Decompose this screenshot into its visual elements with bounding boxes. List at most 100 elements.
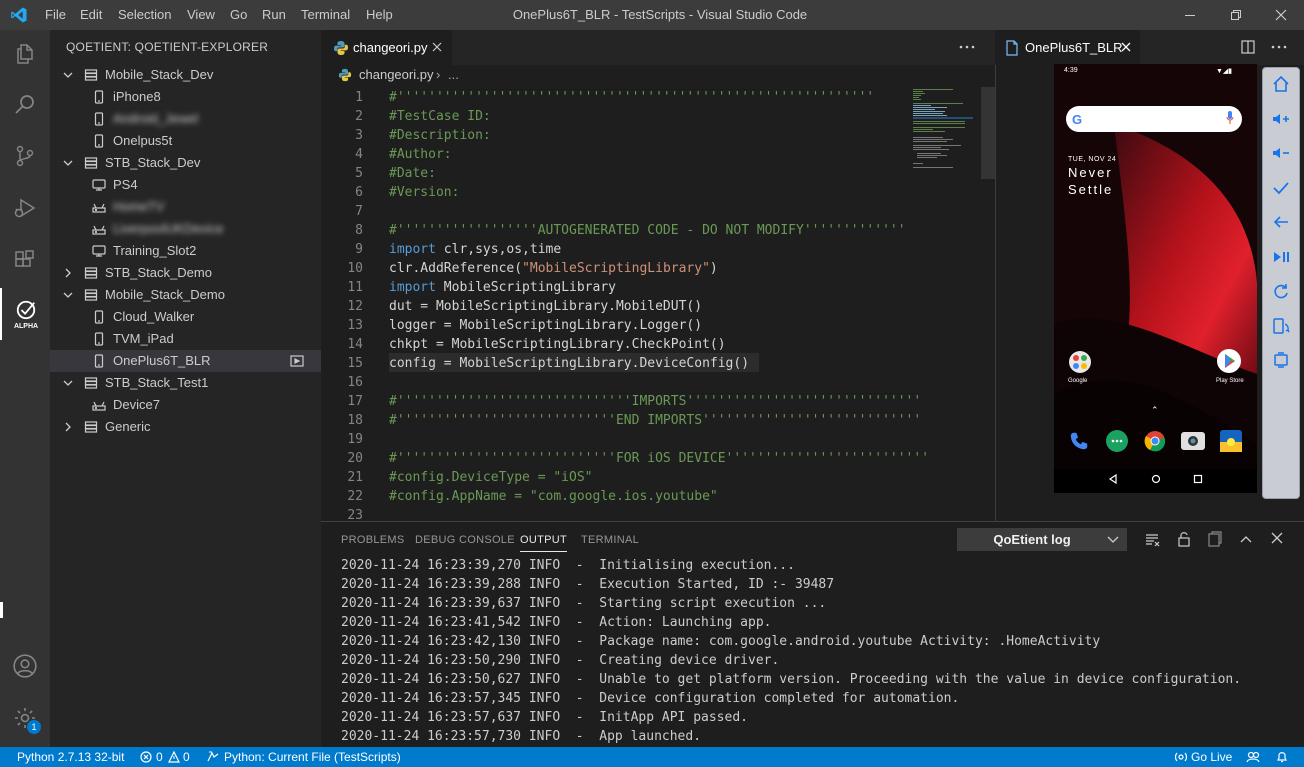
phone-screen[interactable]: 4:39 ▼◢▮ G TUE, NOV 24 Never Settle Goog… xyxy=(1054,64,1257,493)
rotate-icon[interactable] xyxy=(1271,316,1291,336)
tab-debug-console[interactable]: DEBUG CONSOLE xyxy=(415,534,515,546)
menu-go[interactable]: Go xyxy=(230,0,247,30)
menu-selection[interactable]: Selection xyxy=(118,0,171,30)
code-line[interactable]: #Description: xyxy=(389,126,491,145)
code-line[interactable]: clr.AddReference("MobileScriptingLibrary… xyxy=(389,259,718,278)
breadcrumb-more[interactable]: ... xyxy=(448,65,459,85)
error-count[interactable]: 0 xyxy=(156,747,163,767)
volume-up-icon[interactable] xyxy=(1271,109,1291,129)
code-editor[interactable]: 1 #''''''''''''''''''''''''''''''''''''''… xyxy=(321,87,995,521)
maximize-panel-icon[interactable] xyxy=(1239,532,1253,546)
close-window-button[interactable] xyxy=(1258,0,1304,30)
android-back-icon[interactable] xyxy=(1108,474,1118,484)
screenshot-icon[interactable] xyxy=(1271,350,1291,370)
warning-count[interactable]: 0 xyxy=(183,747,190,767)
tree-item[interactable]: Mobile_Stack_Demo xyxy=(50,284,321,306)
split-editor-icon[interactable] xyxy=(1240,39,1256,55)
extensions-button[interactable] xyxy=(0,236,50,284)
device-more-actions-icon[interactable] xyxy=(1270,38,1288,56)
tree-item[interactable]: Mobile_Stack_Dev xyxy=(50,64,321,86)
clear-output-icon[interactable] xyxy=(1144,532,1160,548)
mic-icon[interactable] xyxy=(1226,111,1234,125)
tree-item[interactable]: STB_Stack_Test1 xyxy=(50,372,321,394)
output-channel-select[interactable]: QoEtient log xyxy=(957,528,1127,551)
tree-item[interactable]: Training_Slot2 xyxy=(50,240,321,262)
accounts-button[interactable] xyxy=(0,642,50,690)
manage-button[interactable]: 1 xyxy=(0,694,50,742)
tree-item[interactable]: Onelpus5t xyxy=(50,130,321,152)
chevron-down-icon[interactable] xyxy=(63,290,73,300)
restore-button[interactable] xyxy=(1213,0,1259,30)
chevron-down-icon[interactable] xyxy=(63,378,73,388)
explorer-button[interactable] xyxy=(0,30,50,78)
tree-item[interactable]: Android_Jewel xyxy=(50,108,321,130)
android-home-icon[interactable] xyxy=(1151,474,1161,484)
feedback-icon[interactable] xyxy=(1246,751,1260,763)
code-line[interactable]: #config.DeviceType = "iOS" xyxy=(389,468,593,487)
chrome-icon[interactable] xyxy=(1144,430,1166,452)
tab-terminal[interactable]: TERMINAL xyxy=(581,534,639,546)
minimize-button[interactable] xyxy=(1167,0,1213,30)
app-drawer-chevron-icon[interactable]: ⌃ xyxy=(1151,405,1159,416)
tree-item[interactable]: Generic xyxy=(50,416,321,438)
tree-item[interactable]: OnePlus6T_BLR xyxy=(50,350,321,372)
tree-item[interactable]: TVM_iPad xyxy=(50,328,321,350)
code-line[interactable]: logger = MobileScriptingLibrary.Logger() xyxy=(389,316,702,335)
camera-icon[interactable] xyxy=(1181,432,1205,450)
google-folder-icon[interactable] xyxy=(1069,351,1091,373)
code-line[interactable]: #Date: xyxy=(389,164,436,183)
chevron-right-icon[interactable] xyxy=(63,422,73,432)
code-line[interactable]: #''''''''''''''''''AUTOGENERATED CODE - … xyxy=(389,221,906,240)
menu-file[interactable]: File xyxy=(45,0,66,30)
chevron-down-icon[interactable] xyxy=(63,158,73,168)
notifications-bell-icon[interactable] xyxy=(1276,750,1288,763)
close-device-tab-icon[interactable] xyxy=(1120,41,1132,53)
menu-edit[interactable]: Edit xyxy=(80,0,102,30)
menu-help[interactable]: Help xyxy=(366,0,393,30)
menu-view[interactable]: View xyxy=(187,0,215,30)
check-icon[interactable] xyxy=(1271,178,1291,198)
tab-changeori[interactable]: changeori.py xyxy=(321,30,452,65)
close-tab-icon[interactable] xyxy=(431,41,443,53)
chevron-down-icon[interactable] xyxy=(63,70,73,80)
code-line[interactable]: import MobileScriptingLibrary xyxy=(389,278,616,297)
code-line[interactable]: dut = MobileScriptingLibrary.MobileDUT() xyxy=(389,297,702,316)
home-icon[interactable] xyxy=(1271,74,1291,94)
qoetient-button[interactable]: ALPHA xyxy=(0,288,50,340)
menu-run[interactable]: Run xyxy=(262,0,286,30)
back-icon[interactable] xyxy=(1271,212,1291,232)
more-actions-icon[interactable] xyxy=(958,38,976,56)
run-configuration[interactable]: Python: Current File (TestScripts) xyxy=(224,747,401,767)
tab-device[interactable]: OnePlus6T_BLR xyxy=(995,30,1140,65)
lock-scroll-icon[interactable] xyxy=(1176,531,1192,547)
google-search-bar[interactable]: G xyxy=(1066,106,1242,132)
gallery-icon[interactable] xyxy=(1220,430,1242,452)
code-line[interactable]: #''''''''''''''''''''''''''''FOR iOS DEV… xyxy=(389,449,929,468)
chevron-right-icon[interactable] xyxy=(63,268,73,278)
tree-item[interactable]: HomeTV xyxy=(50,196,321,218)
tree-item[interactable]: iPhone8 xyxy=(50,86,321,108)
source-control-button[interactable] xyxy=(0,132,50,180)
code-line[interactable]: #Version: xyxy=(389,183,459,202)
breadcrumb-file[interactable]: changeori.py xyxy=(359,65,433,85)
code-line[interactable]: #Author: xyxy=(389,145,452,164)
code-line[interactable]: #config.AppName = "com.google.ios.youtub… xyxy=(389,487,718,506)
tree-item[interactable]: LiverpoolUKDevice xyxy=(50,218,321,240)
tree-item[interactable]: Device7 xyxy=(50,394,321,416)
close-panel-icon[interactable] xyxy=(1271,532,1283,544)
code-line[interactable]: #TestCase ID: xyxy=(389,107,491,126)
go-live-button[interactable]: Go Live xyxy=(1191,747,1232,767)
play-pause-icon[interactable] xyxy=(1271,247,1291,267)
python-interpreter-status[interactable]: Python 2.7.13 32-bit xyxy=(17,747,124,767)
tree-item[interactable]: PS4 xyxy=(50,174,321,196)
search-button[interactable] xyxy=(0,80,50,128)
code-line[interactable]: chkpt = MobileScriptingLibrary.CheckPoin… xyxy=(389,335,726,354)
tree-item[interactable]: STB_Stack_Dev xyxy=(50,152,321,174)
code-line[interactable]: config = MobileScriptingLibrary.DeviceCo… xyxy=(389,354,749,373)
phone-app-icon[interactable] xyxy=(1068,430,1090,452)
editor-scrollbar[interactable] xyxy=(981,87,995,179)
volume-down-icon[interactable] xyxy=(1271,143,1291,163)
messages-icon[interactable] xyxy=(1106,430,1128,452)
code-line[interactable]: import clr,sys,os,time xyxy=(389,240,561,259)
code-line[interactable]: #''''''''''''''''''''''''''''END IMPORTS… xyxy=(389,411,921,430)
